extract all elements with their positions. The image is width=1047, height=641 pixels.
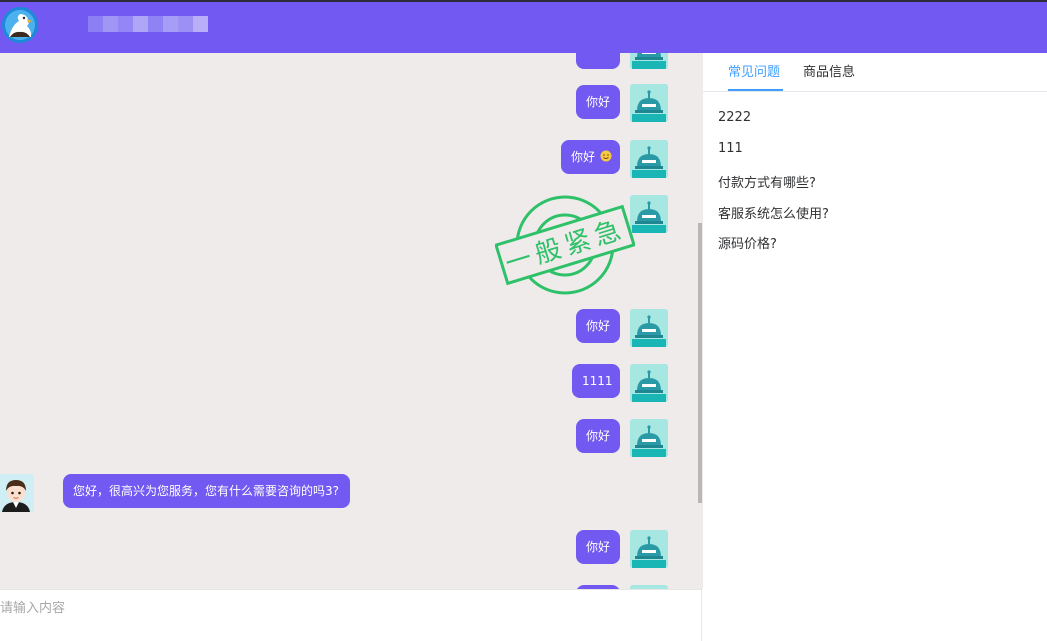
message-bubble-partial — [576, 53, 620, 69]
agent-avatar-icon — [0, 474, 34, 512]
side-panel: 常见问题 商品信息 2222 111 付款方式有哪些? 客服系统怎么使用? 源码… — [703, 53, 1047, 641]
visitor-avatar-icon — [630, 140, 668, 178]
message-text: 您好，很高兴为您服务，您有什么需要咨询的吗3? — [73, 484, 340, 498]
smile-emoji-icon — [600, 141, 612, 175]
visitor-message-bubble: 你好 — [561, 140, 620, 174]
chat-message-area[interactable]: 你好 你好 一般紧急 你好 1111 你好 您好，很高兴为您服务，您有什么需要咨… — [0, 53, 697, 589]
faq-item[interactable]: 客服系统怎么使用? — [718, 203, 829, 222]
faq-item[interactable]: 111 — [718, 141, 743, 156]
faq-item[interactable]: 付款方式有哪些? — [718, 172, 816, 191]
visitor-message-bubble: 你好 — [576, 419, 620, 453]
agent-message-bubble: 您好，很高兴为您服务，您有什么需要咨询的吗3? — [63, 474, 350, 508]
visitor-message-bubble: 你好 — [576, 530, 620, 564]
visitor-message-bubble: 你好 — [576, 309, 620, 343]
message-text: 你好 — [586, 429, 611, 443]
visitor-message-bubble: 你好 — [576, 85, 620, 119]
visitor-avatar-icon — [630, 309, 668, 347]
message-input[interactable] — [0, 598, 680, 618]
visitor-message-bubble: 1111 — [572, 364, 620, 398]
top-bar — [0, 0, 1047, 53]
chat-app: 你好 你好 一般紧急 你好 1111 你好 您好，很高兴为您服务，您有什么需要咨… — [0, 0, 1047, 641]
visitor-avatar-icon — [630, 53, 668, 69]
message-text: 你好 — [586, 319, 611, 333]
message-text: 你好 — [586, 95, 611, 109]
chat-scrollbar-thumb[interactable] — [698, 223, 702, 503]
visitor-avatar-icon — [630, 419, 668, 457]
blurred-site-title — [88, 16, 208, 32]
faq-item[interactable]: 2222 — [718, 110, 751, 125]
message-text: 1111 — [582, 374, 613, 388]
visitor-avatar-icon — [630, 530, 668, 568]
message-text: 你好 — [586, 540, 611, 554]
message-input-area — [0, 589, 702, 641]
faq-item[interactable]: 源码价格? — [718, 233, 777, 252]
tab-product-info[interactable]: 商品信息 — [803, 64, 855, 92]
tab-faq[interactable]: 常见问题 — [728, 64, 780, 92]
visitor-avatar-icon — [630, 195, 668, 233]
eagle-logo-icon — [2, 7, 38, 43]
urgency-stamp: 一般紧急 — [494, 192, 636, 302]
visitor-avatar-icon — [630, 364, 668, 402]
visitor-avatar-icon — [630, 84, 668, 122]
message-text: 你好 — [571, 150, 596, 164]
active-tab-indicator — [728, 89, 783, 91]
side-tabs: 常见问题 商品信息 — [703, 53, 1047, 92]
